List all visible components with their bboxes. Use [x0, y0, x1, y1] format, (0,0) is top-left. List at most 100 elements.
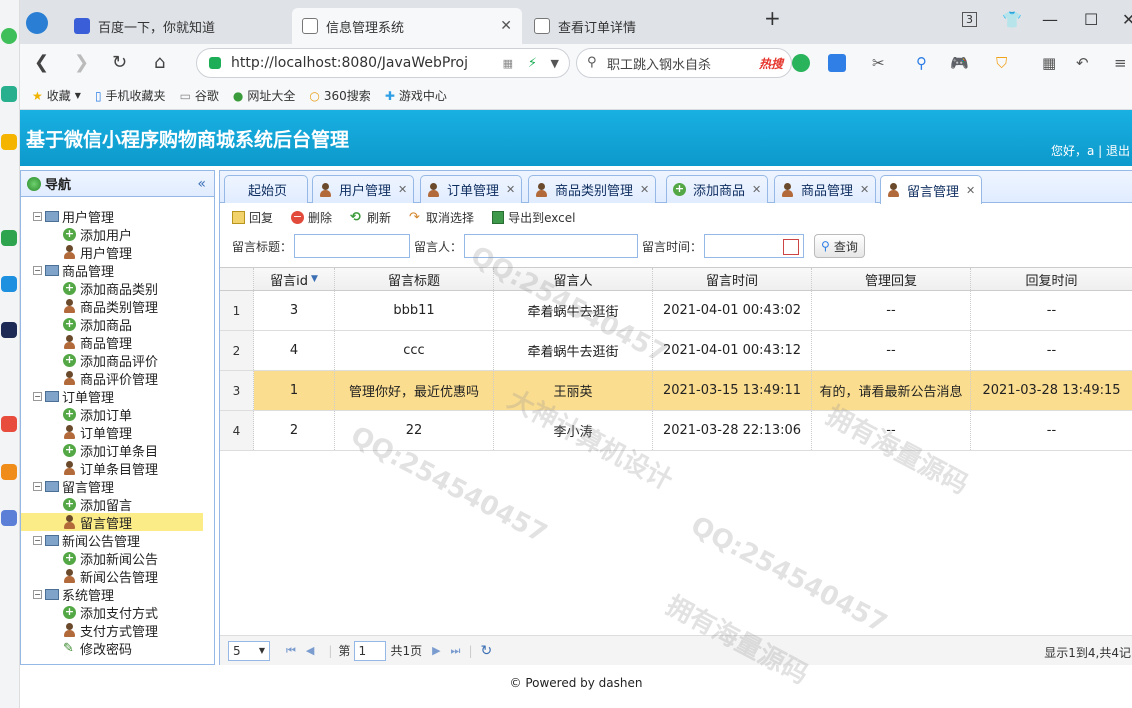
close-tab-icon[interactable]: ✕ [966, 184, 975, 197]
nav-group[interactable]: − 新闻公告管理 [21, 531, 214, 550]
qr-icon[interactable]: ▦ [503, 57, 513, 70]
nav-item[interactable]: 留言管理 [21, 513, 203, 532]
nav-item[interactable]: 商品评价管理 [21, 369, 214, 388]
collapse-toggle-icon[interactable]: − [33, 265, 42, 275]
last-page-icon[interactable]: ⏭ [451, 644, 461, 658]
nav-group[interactable]: − 用户管理 [21, 207, 214, 226]
export-excel-button[interactable]: 导出到excel [492, 209, 575, 226]
browser-tab-info-system[interactable]: 信息管理系统 ✕ [292, 8, 522, 44]
bookmark-mobile[interactable]: ▯ 手机收藏夹 [95, 87, 166, 104]
title-filter-input[interactable] [294, 234, 411, 258]
game-icon[interactable]: 🎮 [950, 54, 969, 72]
page-size-select[interactable]: 5 ▼ [228, 640, 270, 661]
nav-item[interactable]: + 添加订单 [21, 405, 214, 424]
nav-item[interactable]: 支付方式管理 [21, 621, 214, 640]
home-icon[interactable]: ⌂ [154, 52, 165, 73]
side-app-icon[interactable] [1, 416, 17, 432]
nav-item[interactable]: + 添加支付方式 [21, 603, 214, 622]
content-tab[interactable]: 起始页 [224, 175, 308, 203]
bookmark-sites[interactable]: ● 网址大全 [233, 87, 296, 104]
author-filter-input[interactable] [464, 234, 639, 258]
close-tab-icon[interactable]: ✕ [752, 183, 761, 196]
nav-item[interactable]: + 添加新闻公告 [21, 549, 214, 568]
close-tab-icon[interactable]: ✕ [398, 183, 407, 196]
side-app-icon[interactable] [1, 464, 17, 480]
collapse-icon[interactable]: « [197, 176, 206, 192]
browser-tab-baidu[interactable]: 百度一下，你就知道 [64, 8, 292, 44]
refresh-button[interactable]: ⟲ 刷新 [350, 209, 391, 226]
tab-count-badge[interactable]: 3 [962, 12, 977, 27]
shield-icon[interactable]: ⛉ [996, 54, 1007, 72]
magnifier-icon[interactable]: ⚲ [916, 54, 927, 72]
table-row[interactable]: 1 3 bbb11 牵着蜗牛去逛街 2021-04-01 00:43:02 -- -- [220, 291, 1132, 331]
undo-icon[interactable]: ↶ [1076, 54, 1089, 72]
column-header[interactable]: 回复时间 [971, 268, 1132, 290]
chevron-down-icon[interactable]: ▼ [551, 57, 559, 70]
table-row[interactable]: 3 1 管理你好，最近优惠吗 王丽英 2021-03-15 13:49:11 有的，请看最… [220, 371, 1132, 411]
time-filter-input[interactable] [704, 234, 805, 258]
greeting-logout[interactable]: 您好，a | 退出 [1051, 142, 1130, 159]
table-row[interactable]: 2 4 ccc 牵着蜗牛去逛街 2021-04-01 00:43:12 -- -- [220, 331, 1132, 371]
nav-item[interactable]: 订单管理 [21, 423, 214, 442]
search-input[interactable]: ⚲ 职工跳入钢水自杀 热搜 [576, 48, 792, 78]
prev-page-icon[interactable]: ◀ [306, 644, 314, 657]
nav-item[interactable]: + 添加商品评价 [21, 351, 214, 370]
bookmark-360[interactable]: ○ 360搜索 [309, 87, 370, 104]
bookmark-google[interactable]: ▭ 谷歌 [180, 87, 219, 104]
collapse-toggle-icon[interactable]: − [33, 391, 42, 401]
close-tab-icon[interactable]: ✕ [860, 183, 869, 196]
nav-item[interactable]: + 添加商品类别 [21, 279, 214, 298]
nav-item[interactable]: 商品类别管理 [21, 297, 214, 316]
close-window-icon[interactable]: ✕ [1122, 10, 1132, 29]
nav-group[interactable]: − 商品管理 [21, 261, 214, 280]
lightning-icon[interactable]: ⚡ [528, 56, 537, 71]
side-app-icon[interactable] [1, 230, 17, 246]
column-header[interactable]: 留言id ▼ [254, 268, 335, 290]
page-number-input[interactable]: 1 [354, 640, 387, 661]
nav-item[interactable]: 订单条目管理 [21, 459, 214, 478]
translate-icon[interactable] [828, 54, 846, 72]
side-app-icon[interactable] [1, 276, 17, 292]
reply-button[interactable]: 回复 [232, 209, 273, 226]
side-app-icon[interactable] [1, 322, 17, 338]
side-app-icon[interactable] [1, 510, 17, 526]
nav-group[interactable]: − 留言管理 [21, 477, 214, 496]
calendar-icon[interactable] [783, 239, 800, 255]
column-header[interactable]: 留言标题 [335, 268, 494, 290]
browser-logo-icon[interactable] [26, 12, 48, 34]
minimize-icon[interactable]: — [1042, 10, 1058, 29]
shirt-icon[interactable]: 👕 [1002, 10, 1022, 29]
content-tab[interactable]: 商品类别管理 ✕ [528, 175, 657, 203]
nav-item[interactable]: + 添加商品 [21, 315, 214, 334]
nav-item[interactable]: 商品管理 [21, 333, 214, 352]
maximize-icon[interactable]: ☐ [1084, 10, 1098, 29]
next-page-icon[interactable]: ▶ [432, 644, 440, 657]
content-tab[interactable]: 商品管理 ✕ [774, 175, 877, 203]
bookmark-games[interactable]: ✚ 游戏中心 [385, 87, 447, 104]
nav-item[interactable]: + 添加订单条目 [21, 441, 214, 460]
collapse-toggle-icon[interactable]: − [33, 589, 42, 599]
content-tab[interactable]: 留言管理 ✕ [880, 175, 983, 204]
content-tab[interactable]: + 添加商品 ✕ [666, 175, 769, 203]
close-tab-icon[interactable]: ✕ [500, 18, 512, 34]
side-app-icon[interactable] [1, 28, 17, 44]
extension-icon[interactable] [792, 54, 810, 72]
delete-button[interactable]: − 删除 [291, 209, 332, 226]
new-tab-icon[interactable]: + [764, 6, 781, 30]
menu-icon[interactable]: ≡ [1114, 54, 1127, 72]
nav-group[interactable]: − 系统管理 [21, 585, 214, 604]
close-tab-icon[interactable]: ✕ [640, 183, 649, 196]
content-tab[interactable]: 用户管理 ✕ [312, 175, 415, 203]
collapse-toggle-icon[interactable]: − [33, 481, 42, 491]
bookmark-favorites[interactable]: ★ 收藏 ▼ [32, 87, 81, 104]
scissors-icon[interactable]: ✂ [872, 54, 885, 72]
nav-group[interactable]: − 订单管理 [21, 387, 214, 406]
column-header[interactable]: 留言时间 [653, 268, 812, 290]
content-tab[interactable]: 订单管理 ✕ [420, 175, 523, 203]
unselect-button[interactable]: ↷ 取消选择 [409, 209, 474, 226]
collapse-toggle-icon[interactable]: − [33, 211, 42, 221]
back-icon[interactable]: ❮ [34, 52, 49, 73]
column-header[interactable]: 管理回复 [812, 268, 971, 290]
nav-item[interactable]: 用户管理 [21, 243, 214, 262]
column-header[interactable]: 留言人 [494, 268, 653, 290]
